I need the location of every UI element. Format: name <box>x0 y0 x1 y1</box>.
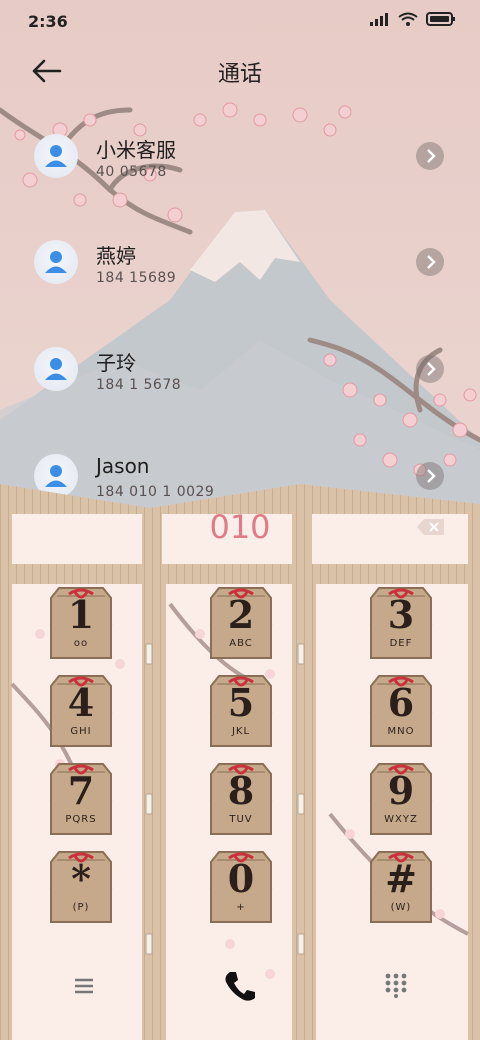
avatar <box>34 347 78 391</box>
person-icon <box>45 358 67 380</box>
status-bar: 2:36 <box>0 0 480 42</box>
menu-icon[interactable] <box>72 974 96 998</box>
key-digit: 1 <box>67 592 95 637</box>
status-time: 2:36 <box>28 12 68 31</box>
key-letters: + <box>236 902 246 913</box>
chevron-right-icon[interactable] <box>416 142 444 170</box>
battery-icon <box>426 12 455 26</box>
key-digit: 8 <box>227 768 255 813</box>
person-icon <box>45 145 67 167</box>
contact-name: 小米客服 <box>96 138 176 162</box>
phone-icon[interactable] <box>220 966 260 1006</box>
header: 通话 <box>0 48 480 92</box>
contact-name: Jason <box>96 454 150 478</box>
key-1[interactable]: 1 oo <box>49 584 113 660</box>
key-letters: ABC <box>229 638 253 649</box>
key-letters: (W) <box>390 902 412 913</box>
contact-number: 184 15689 <box>96 270 177 286</box>
dialpad-icon[interactable] <box>384 972 408 998</box>
key-star[interactable]: * (P) <box>49 848 113 924</box>
key-3[interactable]: 3 DEF <box>369 584 433 660</box>
key-7[interactable]: 7 PQRS <box>49 760 113 836</box>
list-item[interactable]: 小米客服 40 05678 <box>0 104 480 204</box>
key-digit: * <box>71 856 91 901</box>
key-0[interactable]: 0 + <box>209 848 273 924</box>
status-icons <box>370 12 456 26</box>
key-2[interactable]: 2 ABC <box>209 584 273 660</box>
key-hash[interactable]: # (W) <box>369 848 433 924</box>
key-digit: 9 <box>387 768 415 813</box>
key-letters: GHI <box>70 726 92 737</box>
contact-number: 40 05678 <box>96 164 167 180</box>
key-digit: 5 <box>227 680 255 725</box>
key-letters: JKL <box>231 726 251 737</box>
person-icon <box>45 251 67 273</box>
avatar <box>34 134 78 178</box>
key-6[interactable]: 6 MNO <box>369 672 433 748</box>
key-digit: # <box>385 856 417 901</box>
contact-name: 燕婷 <box>96 244 136 268</box>
key-8[interactable]: 8 TUV <box>209 760 273 836</box>
key-digit: 2 <box>227 592 255 637</box>
signal-icon <box>370 13 388 26</box>
chevron-right-icon[interactable] <box>416 248 444 276</box>
page-title: 通话 <box>217 62 262 87</box>
key-digit: 4 <box>67 680 95 725</box>
key-letters: TUV <box>229 814 253 825</box>
avatar <box>34 240 78 284</box>
key-letters: MNO <box>387 726 415 737</box>
key-5[interactable]: 5 JKL <box>209 672 273 748</box>
key-letters: (P) <box>72 902 90 913</box>
contact-number: 184 1 5678 <box>96 377 182 393</box>
list-item[interactable]: 燕婷 184 15689 <box>0 210 480 310</box>
key-9[interactable]: 9 WXYZ <box>369 760 433 836</box>
backspace-icon[interactable] <box>416 518 446 536</box>
key-digit: 0 <box>227 856 255 901</box>
key-digit: 7 <box>67 768 95 813</box>
key-digit: 6 <box>387 680 415 725</box>
key-4[interactable]: 4 GHI <box>49 672 113 748</box>
contact-name: 子玲 <box>96 351 136 375</box>
wifi-icon <box>398 12 418 26</box>
dial-input[interactable]: 010 <box>0 508 480 546</box>
key-letters: PQRS <box>65 814 97 825</box>
key-letters: WXYZ <box>384 814 418 825</box>
list-item[interactable]: 子玲 184 1 5678 <box>0 317 480 417</box>
chevron-right-icon[interactable] <box>416 355 444 383</box>
key-letters: oo <box>73 638 89 649</box>
key-digit: 3 <box>387 592 415 637</box>
key-letters: DEF <box>389 638 413 649</box>
